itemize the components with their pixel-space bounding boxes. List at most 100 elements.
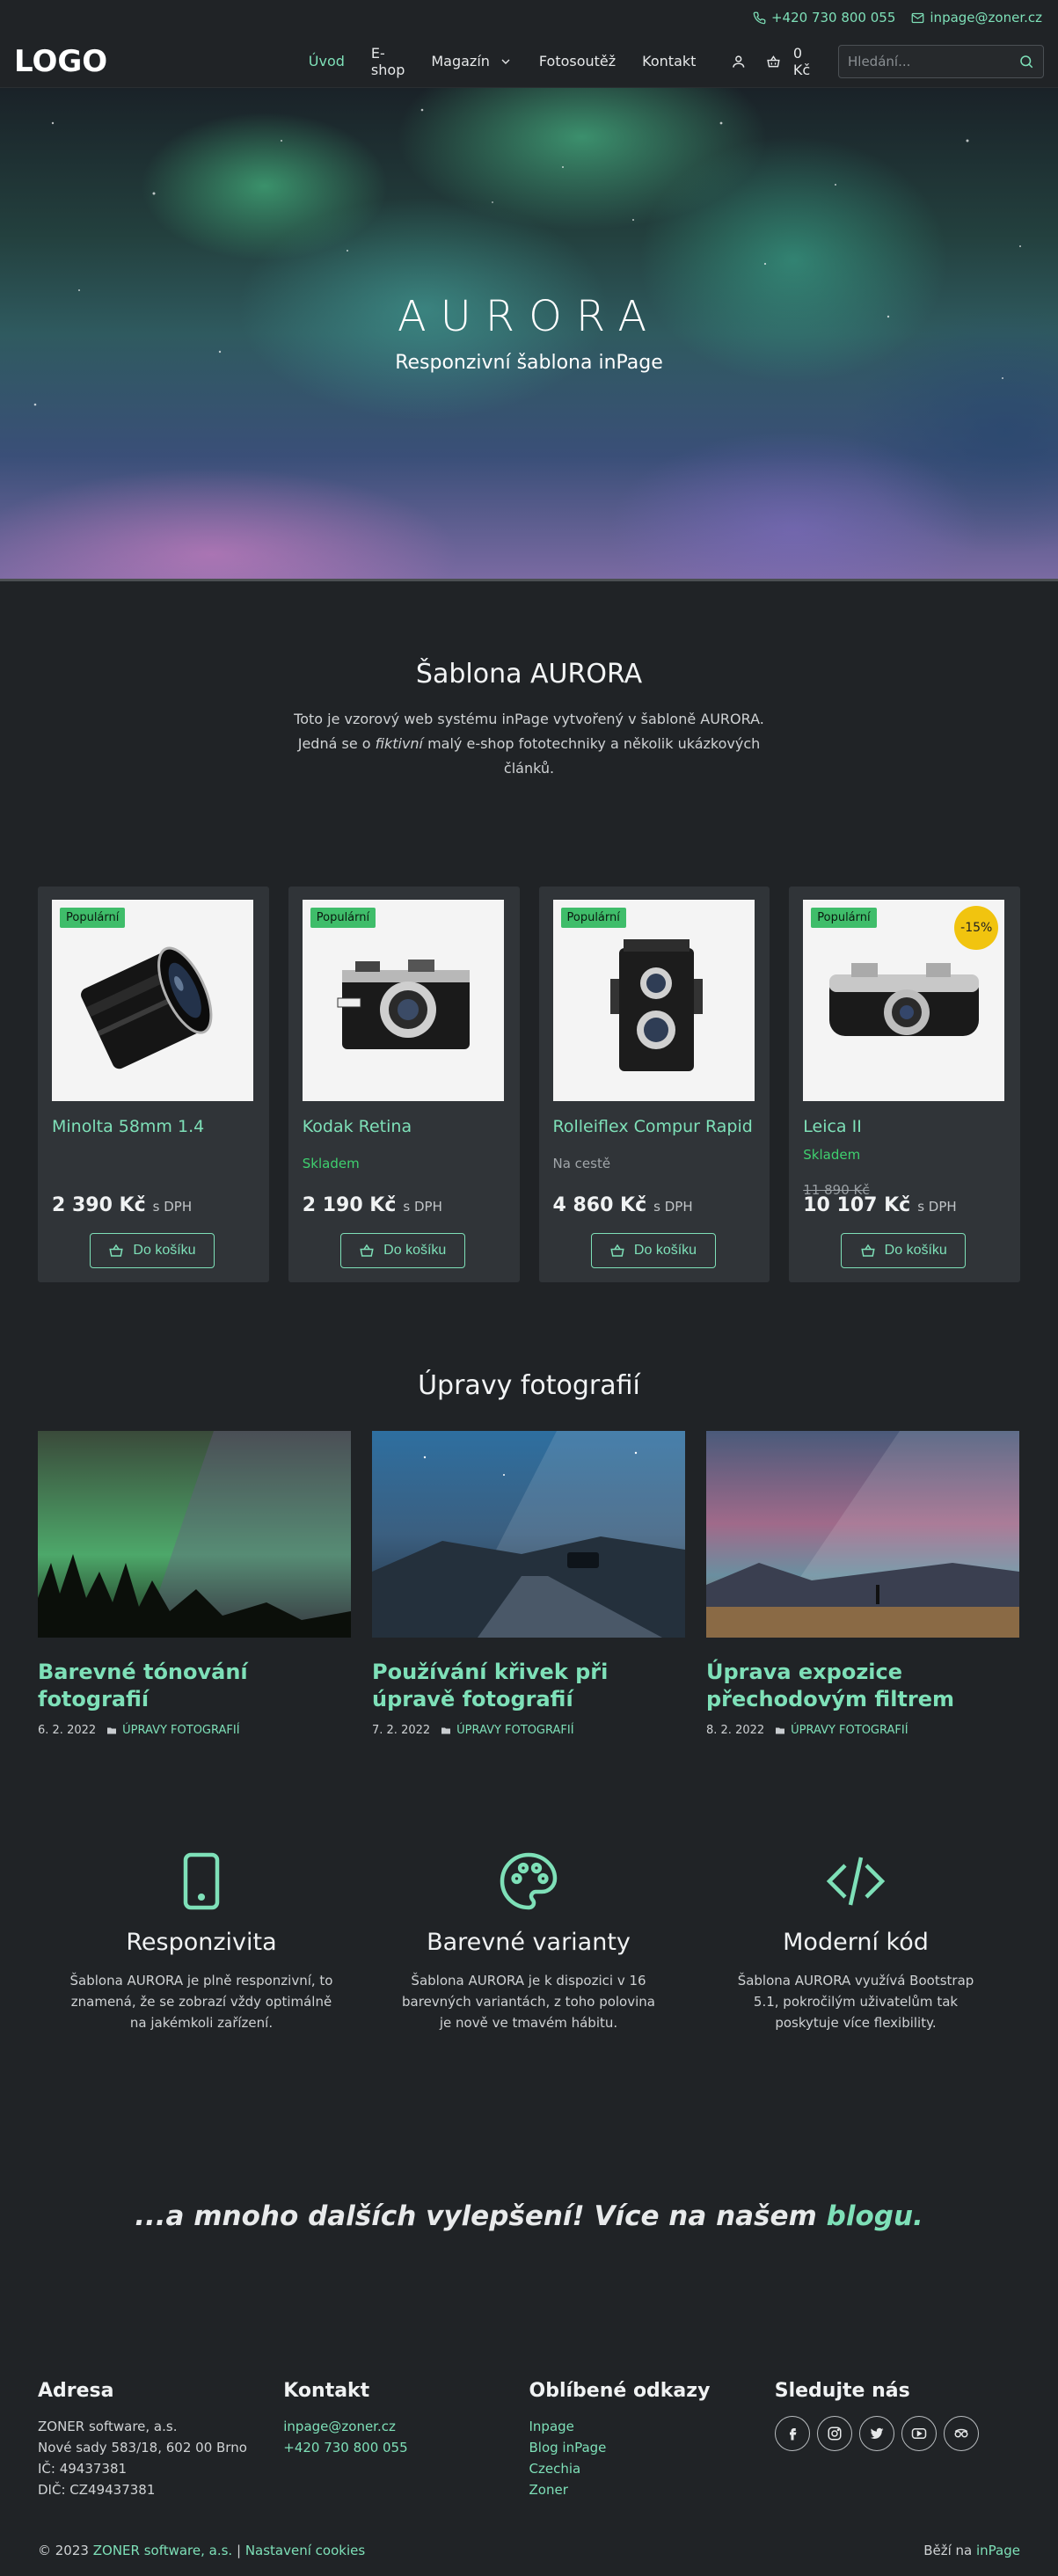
cart-button[interactable]: 0 Kč xyxy=(766,45,819,78)
user-icon[interactable] xyxy=(731,53,747,70)
product-image[interactable]: Populární -15% xyxy=(803,900,1005,1101)
copyright-year: © 2023 xyxy=(38,2543,89,2558)
nav-link-uvod[interactable]: Úvod xyxy=(309,53,345,69)
footer-contact: Kontakt inpage@zoner.cz +420 730 800 055 xyxy=(283,2380,529,2500)
powered-text: Běží na xyxy=(923,2543,973,2558)
add-to-cart-label: Do košíku xyxy=(133,1243,196,1258)
product-image[interactable]: Populární xyxy=(552,900,755,1101)
powered-by: Běží na inPage xyxy=(923,2543,1020,2558)
footer-link-czechia[interactable]: Czechia xyxy=(529,2458,775,2479)
article-meta: 6. 2. 2022 Úpravy fotografií xyxy=(38,1724,351,1737)
search-icon[interactable] xyxy=(1018,54,1034,69)
phone-link[interactable]: +420 730 800 055 xyxy=(753,10,895,26)
bottom-bar: © 2023 ZONER software, a.s. | Nastavení … xyxy=(0,2543,1058,2576)
stock-status: Skladem xyxy=(302,1156,360,1171)
youtube-link[interactable] xyxy=(901,2416,937,2451)
product-image[interactable]: Populární xyxy=(52,900,253,1101)
popular-badge: Populární xyxy=(560,908,626,928)
article-category[interactable]: Úpravy fotografií xyxy=(106,1724,240,1737)
smartphone-icon xyxy=(183,1852,220,1910)
add-to-cart-button[interactable]: Do košíku xyxy=(90,1233,215,1268)
hero-banner: AURORA Responzivní šablona inPage xyxy=(0,88,1058,581)
product-vat: s DPH xyxy=(917,1199,957,1215)
article-title[interactable]: Barevné tónování fotografií xyxy=(38,1659,351,1713)
basket-icon xyxy=(360,1244,374,1257)
footer-contact-title: Kontakt xyxy=(283,2380,370,2402)
footer-address: Adresa ZONER software, a.s. Nové sady 58… xyxy=(38,2380,283,2500)
nav-links: Úvod E-shop Magazín Fotosoutěž Kontakt xyxy=(309,45,697,78)
intro-text: Toto je vzorový web systému inPage vytvo… xyxy=(292,707,767,781)
nav-link-eshop[interactable]: E-shop xyxy=(371,45,405,78)
discount-badge: -15% xyxy=(954,906,999,950)
footer-link-blog[interactable]: Blog inPage xyxy=(529,2437,775,2458)
article-card[interactable]: Používání křivek při úpravě fotografií 7… xyxy=(372,1431,685,1737)
lens-image xyxy=(52,900,253,1101)
nav-link-fotosoutez[interactable]: Fotosoutěž xyxy=(539,53,616,69)
feature-text: Šablona AURORA je plně responzivní, to z… xyxy=(69,1973,333,2031)
article-card[interactable]: Barevné tónování fotografií 6. 2. 2022 Ú… xyxy=(38,1431,351,1737)
email-link[interactable]: inpage@zoner.cz xyxy=(911,10,1042,26)
article-date: 6. 2. 2022 xyxy=(38,1724,97,1737)
product-card[interactable]: Populární Rolleiflex Compur Rapid Na ces… xyxy=(538,887,770,1282)
feature-item: Barevné varianty Šablona AURORA je k dis… xyxy=(365,1850,692,2033)
tripadvisor-link[interactable] xyxy=(943,2416,979,2451)
product-card[interactable]: Populární Minolta 58mm 1.4 2 390 Kč s DP… xyxy=(38,887,269,1282)
folder-icon xyxy=(107,1727,117,1733)
hero-title: AURORA xyxy=(397,292,661,341)
instagram-link[interactable] xyxy=(816,2416,852,2451)
product-price-row: 4 860 Kč s DPH xyxy=(553,1194,693,1216)
add-to-cart-label: Do košíku xyxy=(383,1243,447,1258)
article-image[interactable] xyxy=(372,1431,685,1638)
product-name[interactable]: Minolta 58mm 1.4 xyxy=(52,1117,255,1138)
article-image[interactable] xyxy=(38,1431,351,1638)
footer-link-zoner[interactable]: Zoner xyxy=(529,2479,775,2500)
phone-text: +420 730 800 055 xyxy=(770,10,896,26)
product-card[interactable]: Populární Kodak Retina Skladem 2 190 Kč … xyxy=(288,887,520,1282)
copyright: © 2023 ZONER software, a.s. | Nastavení … xyxy=(38,2543,365,2558)
feature-title: Responzivita xyxy=(126,1929,277,1956)
product-name[interactable]: Kodak Retina xyxy=(303,1117,506,1138)
article-card[interactable]: Úprava expozice přechodovým filtrem 8. 2… xyxy=(706,1431,1019,1737)
add-to-cart-button[interactable]: Do košíku xyxy=(339,1233,465,1268)
footer-phone-link[interactable]: +420 730 800 055 xyxy=(283,2437,529,2458)
footer-social: Sledujte nás xyxy=(774,2380,1020,2500)
cookie-settings-link[interactable]: Nastavení cookies xyxy=(245,2543,365,2558)
phone-icon xyxy=(753,11,766,24)
inpage-link[interactable]: inPage xyxy=(976,2543,1020,2558)
article-title[interactable]: Používání křivek při úpravě fotografií xyxy=(372,1659,685,1713)
nav-link-kontakt[interactable]: Kontakt xyxy=(642,53,696,69)
product-price: 10 107 Kč xyxy=(803,1194,911,1216)
product-name[interactable]: Leica II xyxy=(803,1117,1006,1138)
article-category[interactable]: Úpravy fotografií xyxy=(441,1724,574,1737)
blog-teaser-text: ...a mnoho dalších vylepšení! Více na na… xyxy=(135,2200,827,2232)
product-price-row: 2 190 Kč s DPH xyxy=(303,1194,442,1216)
product-card[interactable]: Populární -15% Leica II Skladem 11 890 K… xyxy=(789,887,1020,1282)
camera-image xyxy=(552,900,755,1101)
feature-title: Barevné varianty xyxy=(427,1929,631,1956)
logo[interactable]: LOGO xyxy=(14,44,260,79)
nav-link-magazin[interactable]: Magazín xyxy=(431,53,513,69)
product-vat: s DPH xyxy=(653,1199,693,1215)
article-category[interactable]: Úpravy fotografií xyxy=(775,1724,908,1737)
article-image[interactable] xyxy=(706,1431,1019,1638)
search-input[interactable] xyxy=(848,53,1018,69)
twitter-link[interactable] xyxy=(858,2416,894,2451)
product-name[interactable]: Rolleiflex Compur Rapid xyxy=(553,1117,756,1138)
product-price-row: 2 390 Kč s DPH xyxy=(52,1194,192,1216)
footer-email-link[interactable]: inpage@zoner.cz xyxy=(283,2416,529,2437)
product-image[interactable]: Populární xyxy=(302,900,504,1101)
article-title[interactable]: Úprava expozice přechodovým filtrem xyxy=(706,1659,1019,1713)
company-link[interactable]: ZONER software, a.s. xyxy=(93,2543,232,2558)
blog-link[interactable]: blogu xyxy=(827,2200,913,2232)
facebook-link[interactable] xyxy=(774,2416,810,2451)
instagram-icon xyxy=(828,2426,842,2441)
stock-status: Na cestě xyxy=(552,1156,611,1171)
add-to-cart-button[interactable]: Do košíku xyxy=(841,1233,967,1268)
article-list: Barevné tónování fotografií 6. 2. 2022 Ú… xyxy=(0,1431,1058,1737)
footer-link-inpage[interactable]: Inpage xyxy=(529,2416,775,2437)
address-line: ZONER software, a.s. xyxy=(38,2419,178,2434)
add-to-cart-button[interactable]: Do košíku xyxy=(590,1233,716,1268)
facebook-icon xyxy=(789,2428,797,2441)
blog-teaser: ...a mnoho dalších vylepšení! Více na na… xyxy=(0,2200,1058,2232)
footer-links: Oblíbené odkazy Inpage Blog inPage Czech… xyxy=(529,2380,775,2500)
